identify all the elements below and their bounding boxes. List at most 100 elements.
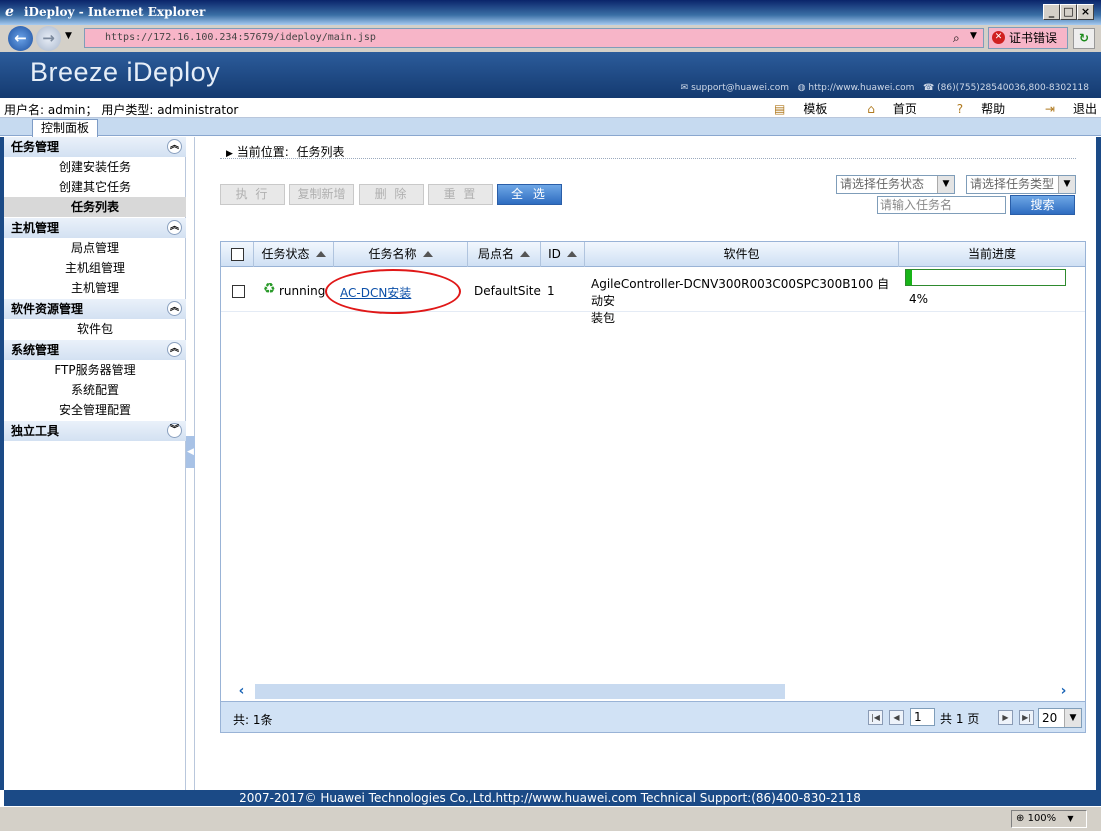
user-bar: 用户名: admin； 用户类型: administrator ▤ 模板 ⌂ 首页 …: [0, 98, 1101, 118]
sidebar-section-title: 任务管理: [11, 140, 60, 154]
sidebar-item-host-group-management[interactable]: 主机组管理: [4, 258, 186, 278]
sort-asc-icon[interactable]: [566, 251, 577, 257]
ie-logo-icon: e: [5, 4, 14, 20]
sidebar-section-tools[interactable]: 独立工具 ︾: [4, 421, 186, 441]
execute-button[interactable]: 执 行: [220, 184, 285, 205]
sort-asc-icon[interactable]: [315, 251, 326, 257]
contact-info: ✉ support@huawei.com ◍ http://www.huawei…: [681, 83, 1089, 93]
phone-icon: ☎: [923, 83, 935, 93]
tab-strip: 控制面板: [0, 118, 1101, 137]
next-page-icon[interactable]: ▶: [998, 710, 1013, 725]
user-label: 用户名:: [4, 103, 45, 117]
sidebar-item-ftp-server[interactable]: FTP服务器管理: [4, 360, 186, 380]
column-header-name[interactable]: 任务名称: [334, 242, 468, 267]
scroll-left-icon[interactable]: ‹: [233, 683, 250, 700]
scroll-right-icon[interactable]: ›: [1055, 683, 1072, 700]
close-button[interactable]: ×: [1077, 4, 1094, 20]
chevron-down-icon[interactable]: ▼: [1058, 176, 1075, 193]
url-dropdown-icon[interactable]: ▼: [970, 31, 977, 41]
user-info: 用户名: admin； 用户类型: administrator: [4, 103, 239, 117]
globe-icon: ◍: [797, 83, 806, 93]
sidebar-section-title: 独立工具: [11, 424, 60, 438]
select-all-button[interactable]: 全 选: [497, 184, 562, 205]
row-package-line1: AgileController-DCNV300R003C00SPC300B100…: [591, 277, 890, 308]
scrollbar-thumb[interactable]: [255, 684, 785, 699]
home-link-label: 首页: [892, 102, 917, 116]
row-checkbox[interactable]: [232, 285, 245, 298]
column-header-progress[interactable]: 当前进度: [899, 242, 1085, 267]
expand-down-icon[interactable]: ︾: [167, 423, 182, 438]
back-button[interactable]: ←: [8, 26, 33, 51]
task-status-select[interactable]: 请选择任务状态 ▼: [836, 175, 955, 194]
collapse-up-icon[interactable]: ︽: [167, 139, 182, 154]
home-icon: ⌂: [867, 102, 875, 116]
refresh-icon[interactable]: ↻: [1073, 28, 1095, 49]
task-name-search-input[interactable]: 请输入任务名: [877, 196, 1006, 214]
total-count: 共: 1条: [233, 713, 273, 727]
sidebar-section-host[interactable]: 主机管理 ︽: [4, 218, 186, 238]
cert-error-label: 证书错误: [1009, 31, 1058, 45]
search-icon[interactable]: ⌕: [953, 31, 960, 46]
sidebar-item-host-management[interactable]: 主机管理: [4, 278, 186, 298]
chevron-down-icon[interactable]: ▼: [937, 176, 954, 193]
logout-link[interactable]: ⇥ 退出: [1027, 100, 1097, 117]
reset-button[interactable]: 重 置: [428, 184, 493, 205]
task-type-select[interactable]: 请选择任务类型 ▼: [966, 175, 1076, 194]
sidebar-item-software-package[interactable]: 软件包: [4, 319, 186, 339]
delete-button[interactable]: 删 除: [359, 184, 424, 205]
template-link[interactable]: ▤ 模板: [756, 100, 827, 117]
user-type-label: 用户类型:: [101, 103, 154, 117]
collapse-up-icon[interactable]: ︽: [167, 220, 182, 235]
first-page-icon[interactable]: |◀: [868, 710, 883, 725]
cert-error-button[interactable]: ✕ 证书错误: [988, 27, 1068, 49]
tab-control-panel[interactable]: 控制面板: [32, 119, 98, 137]
horizontal-scrollbar[interactable]: ‹ ›: [221, 683, 1085, 700]
page-footer: 2007-2017© Huawei Technologies Co.,Ltd.h…: [4, 790, 1096, 806]
column-header-package[interactable]: 软件包: [585, 242, 899, 267]
page-number-input[interactable]: 1: [910, 708, 935, 726]
sidebar-item-system-config[interactable]: 系统配置: [4, 380, 186, 400]
sidebar-item-create-install-task[interactable]: 创建安装任务: [4, 157, 186, 177]
window-title-bar: e iDeploy - Internet Explorer _ □ ×: [0, 0, 1101, 25]
select-all-checkbox[interactable]: [231, 248, 244, 261]
page-total-value: 1: [955, 712, 964, 726]
window-title: iDeploy - Internet Explorer: [24, 5, 206, 19]
forward-button[interactable]: →: [36, 26, 61, 51]
user-name: admin: [47, 103, 86, 117]
sort-asc-icon[interactable]: [422, 251, 433, 257]
minimize-button[interactable]: _: [1043, 4, 1060, 20]
collapse-up-icon[interactable]: ︽: [167, 301, 182, 316]
sort-asc-icon[interactable]: [520, 251, 530, 257]
help-link[interactable]: ? 帮助: [939, 100, 1005, 117]
copy-add-button[interactable]: 复制新增: [289, 184, 354, 205]
history-dropdown-icon[interactable]: ▼: [65, 31, 72, 41]
template-icon: ▤: [774, 102, 786, 116]
sidebar-item-create-other-task[interactable]: 创建其它任务: [4, 177, 186, 197]
sidebar-item-site-management[interactable]: 局点管理: [4, 238, 186, 258]
prev-page-icon[interactable]: ◀: [889, 710, 904, 725]
task-table: 任务状态 任务名称 局点名 ID 软件包 当前进度 ♻ running AC-D…: [220, 241, 1086, 733]
sidebar-section-software[interactable]: 软件资源管理 ︽: [4, 299, 186, 319]
row-id: 1: [547, 284, 555, 298]
column-header-site[interactable]: 局点名: [468, 242, 541, 267]
sidebar-item-task-list[interactable]: 任务列表: [4, 197, 186, 217]
page-size-select[interactable]: 20 ▼: [1038, 708, 1082, 728]
collapse-up-icon[interactable]: ︽: [167, 342, 182, 357]
home-link[interactable]: ⌂ 首页: [849, 100, 917, 117]
url-input[interactable]: https://172.16.100.234:57679/ideploy/mai…: [84, 28, 984, 48]
zoom-control[interactable]: ⊕ 100% ▼: [1011, 810, 1087, 828]
maximize-button[interactable]: □: [1060, 4, 1077, 20]
column-header-id[interactable]: ID: [541, 242, 585, 267]
column-header-status[interactable]: 任务状态: [254, 242, 334, 267]
frame-right-edge: [1096, 137, 1101, 806]
table-header: 任务状态 任务名称 局点名 ID 软件包 当前进度: [221, 242, 1085, 267]
sidebar-section-task[interactable]: 任务管理 ︽: [4, 137, 186, 157]
sidebar-item-security-config[interactable]: 安全管理配置: [4, 400, 186, 420]
sidebar-section-system[interactable]: 系统管理 ︽: [4, 340, 186, 360]
chevron-down-icon[interactable]: ▼: [1064, 709, 1081, 727]
sidebar-collapse-handle[interactable]: ◀: [186, 436, 195, 468]
last-page-icon[interactable]: ▶|: [1019, 710, 1034, 725]
page-total: 共 1 页: [940, 710, 979, 727]
annotation-ellipse: [325, 269, 461, 314]
search-button[interactable]: 搜索: [1010, 195, 1075, 215]
